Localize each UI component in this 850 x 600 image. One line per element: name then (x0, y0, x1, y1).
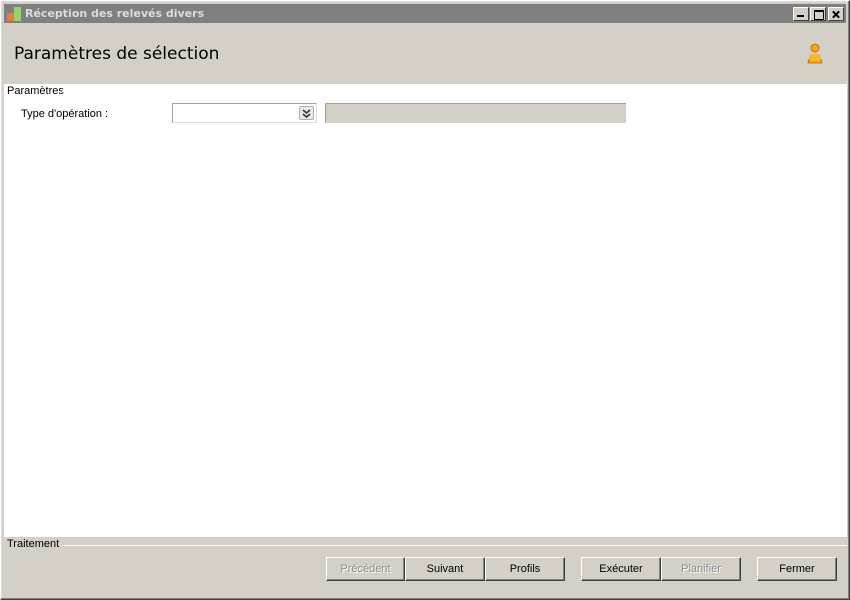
close-button[interactable] (828, 6, 844, 21)
app-window: Réception des relevés divers Paramètres … (0, 0, 850, 600)
fermer-button[interactable]: Fermer (757, 557, 837, 581)
app-icon (6, 6, 22, 22)
user-icon[interactable] (806, 43, 824, 65)
maximize-button[interactable] (810, 6, 826, 21)
profils-button[interactable]: Profils (485, 557, 565, 581)
window-title: Réception des relevés divers (25, 7, 205, 20)
precedent-button[interactable]: Précédent (326, 557, 405, 581)
title-bar[interactable]: Réception des relevés divers (4, 4, 846, 23)
traitement-group-label: Traitement (7, 538, 61, 550)
traitement-panel: Traitement Précédent Suivant Profils Exé… (4, 537, 847, 597)
suivant-button[interactable]: Suivant (405, 557, 485, 581)
executer-button[interactable]: Exécuter (581, 557, 661, 581)
parameters-divider (62, 91, 847, 92)
double-chevron-down-icon (302, 108, 311, 118)
traitement-divider (62, 545, 847, 546)
combo-dropdown-button[interactable] (299, 106, 314, 120)
page-title: Paramètres de sélection (14, 44, 220, 64)
type-operation-description (325, 103, 626, 123)
type-operation-combo[interactable] (172, 103, 317, 123)
parameters-group-label: Paramètres (7, 85, 65, 97)
type-operation-label: Type d'opération : (21, 108, 109, 120)
planifier-button[interactable]: Planifier (661, 557, 741, 581)
window-controls (792, 6, 844, 21)
minimize-button[interactable] (793, 6, 809, 21)
header: Paramètres de sélection (4, 23, 846, 83)
parameters-panel: Paramètres Type d'opération : (4, 84, 847, 537)
